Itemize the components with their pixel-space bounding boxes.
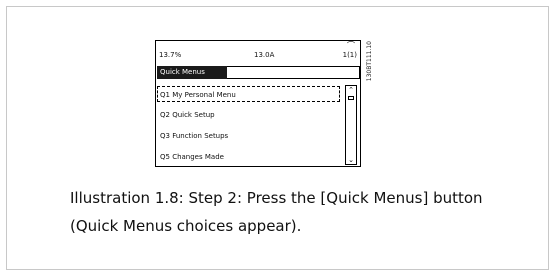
status-percent: 13.7% [159, 51, 182, 59]
scroll-down-icon[interactable]: ⌄ [346, 156, 356, 164]
status-setup: 1(1) [342, 51, 357, 59]
menu-item-q2[interactable]: Q2 Quick Setup [160, 111, 215, 119]
up-arrow-icon: ⌒ [347, 41, 355, 50]
figure-id: 130BT111.10 [366, 41, 373, 82]
caption-line-1: Illustration 1.8: Step 2: Press the [Qui… [70, 189, 483, 207]
scroll-thumb[interactable] [348, 96, 354, 100]
scrollbar[interactable]: ⌃ ⌄ [345, 85, 357, 165]
figure-caption: Illustration 1.8: Step 2: Press the [Qui… [70, 184, 530, 240]
status-bar: 13.7% 13.0A ⌒ 1(1) [156, 41, 360, 63]
scroll-up-icon[interactable]: ⌃ [346, 86, 356, 94]
lcp-display: 13.7% 13.0A ⌒ 1(1) Quick Menus Q1 My Per… [155, 40, 361, 167]
menu-item-q3[interactable]: Q3 Function Setups [160, 132, 228, 140]
caption-line-2: (Quick Menus choices appear). [70, 217, 302, 235]
tab-border-top [227, 66, 360, 67]
menu-item-q1[interactable]: Q1 My Personal Menu [160, 91, 236, 99]
status-current: 13.0A [254, 51, 275, 59]
tab-quick-menus[interactable]: Quick Menus [157, 66, 227, 79]
menu-item-q5[interactable]: Q5 Changes Made [160, 153, 224, 161]
tab-border-bottom [227, 78, 360, 79]
illustration-frame: 13.7% 13.0A ⌒ 1(1) Quick Menus Q1 My Per… [6, 6, 549, 270]
